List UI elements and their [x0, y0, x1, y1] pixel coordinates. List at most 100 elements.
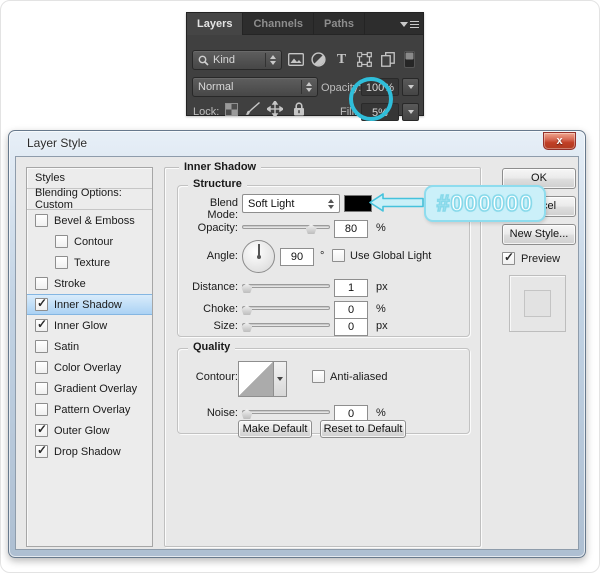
size-slider[interactable] [242, 320, 330, 334]
panel-menu-triangle-icon [400, 22, 408, 27]
preview-thumbnail-inner [524, 290, 551, 317]
satin-checkbox[interactable] [35, 340, 48, 353]
opacity-dropdown-button[interactable] [402, 78, 419, 96]
styles-item-stroke[interactable]: Stroke [27, 273, 152, 294]
search-icon [198, 55, 209, 66]
new-style-button[interactable]: New Style... [502, 224, 576, 245]
slider-track [242, 323, 330, 327]
lock-transparency-button[interactable] [223, 101, 239, 117]
filter-smart-object-button[interactable] [379, 51, 396, 68]
preview-checkbox[interactable] [502, 252, 515, 265]
style-item-label: Contour [74, 236, 113, 248]
distance-slider[interactable] [242, 281, 330, 295]
blend-mode-label: Blend Mode: [178, 197, 238, 221]
styles-list: Styles Blending Options: Custom Bevel & … [26, 167, 153, 547]
preview-label: Preview [521, 253, 560, 265]
tab-paths[interactable]: Paths [314, 13, 365, 35]
blend-mode-value: Soft Light [248, 198, 294, 210]
opacity-unit: % [376, 222, 386, 234]
gradient-overlay-checkbox[interactable] [35, 382, 48, 395]
opacity-label: Opacity: [178, 222, 238, 234]
filter-type-button[interactable]: T [333, 51, 350, 68]
style-item-label: Color Overlay [54, 362, 121, 374]
blend-mode-dropdown[interactable]: Soft Light [242, 194, 340, 213]
styles-item-inner-glow[interactable]: Inner Glow [27, 315, 152, 336]
drop-shadow-checkbox[interactable] [35, 445, 48, 458]
size-value-field[interactable]: 0 [334, 318, 368, 336]
inner-shadow-checkbox[interactable] [35, 298, 48, 311]
smart-object-icon [381, 52, 395, 67]
slider-track [242, 306, 330, 310]
angle-unit: ° [320, 250, 324, 262]
styles-item-satin[interactable]: Satin [27, 336, 152, 357]
preview-row: Preview [502, 252, 560, 265]
structure-legend: Structure [188, 178, 247, 190]
filter-adjustment-button[interactable] [310, 51, 327, 68]
styles-item-gradient-overlay[interactable]: Gradient Overlay [27, 378, 152, 399]
contour-checkbox[interactable] [55, 235, 68, 248]
bevel-emboss-checkbox[interactable] [35, 214, 48, 227]
styles-item-outer-glow[interactable]: Outer Glow [27, 420, 152, 441]
filter-toggle[interactable] [403, 51, 415, 68]
callout-arrow-icon [369, 193, 424, 212]
texture-checkbox[interactable] [55, 256, 68, 269]
slider-track [242, 284, 330, 288]
opacity-slider[interactable] [242, 222, 330, 236]
opacity-value-field[interactable]: 80 [334, 220, 368, 238]
styles-item-blending-options[interactable]: Blending Options: Custom [27, 189, 152, 210]
settings-heading: Inner Shadow [179, 161, 261, 173]
close-button[interactable]: x [543, 132, 576, 150]
styles-item-color-overlay[interactable]: Color Overlay [27, 357, 152, 378]
angle-value-field[interactable]: 90 [280, 248, 314, 266]
contour-label: Contour: [178, 371, 238, 383]
fill-dropdown-button[interactable] [402, 103, 419, 121]
choke-slider[interactable] [242, 303, 330, 317]
styles-header-label: Styles [35, 172, 65, 184]
use-global-light-checkbox[interactable] [332, 249, 345, 262]
filter-image-button[interactable] [287, 51, 304, 68]
styles-item-bevel-emboss[interactable]: Bevel & Emboss [27, 210, 152, 231]
panel-menu-button[interactable] [400, 19, 418, 30]
size-label: Size: [178, 320, 238, 332]
filter-shape-button[interactable] [356, 51, 373, 68]
chevron-down-icon [408, 85, 414, 89]
styles-item-drop-shadow[interactable]: Drop Shadow [27, 441, 152, 462]
tab-layers[interactable]: Layers [187, 13, 243, 35]
styles-list-header[interactable]: Styles [27, 168, 152, 189]
inner-glow-checkbox[interactable] [35, 319, 48, 332]
reset-to-default-button[interactable]: Reset to Default [320, 420, 406, 438]
styles-item-inner-shadow[interactable]: Inner Shadow [27, 294, 152, 315]
anti-aliased-checkbox[interactable] [312, 370, 325, 383]
style-item-label: Satin [54, 341, 79, 353]
kind-filter-dropdown[interactable]: Kind [192, 50, 282, 70]
shape-icon [357, 52, 372, 67]
shadow-color-swatch[interactable] [344, 195, 372, 212]
contour-swatch[interactable] [238, 361, 274, 397]
dialog-title: Layer Style [27, 136, 87, 150]
color-callout: #000000 [424, 185, 546, 222]
angle-dial[interactable] [242, 240, 275, 273]
style-item-label: Pattern Overlay [54, 404, 130, 416]
preview-thumbnail [509, 275, 566, 332]
lock-pixels-button[interactable] [245, 101, 261, 117]
lock-all-button[interactable] [291, 101, 307, 117]
contour-dropdown-button[interactable] [274, 361, 287, 397]
distance-value-field[interactable]: 1 [334, 279, 368, 297]
color-overlay-checkbox[interactable] [35, 361, 48, 374]
pattern-overlay-checkbox[interactable] [35, 403, 48, 416]
tab-channels[interactable]: Channels [243, 13, 314, 35]
outer-glow-checkbox[interactable] [35, 424, 48, 437]
filter-toggle-icon [404, 51, 415, 68]
style-item-label: Outer Glow [54, 425, 110, 437]
adjustment-icon [311, 52, 326, 67]
noise-slider[interactable] [242, 407, 330, 421]
styles-item-pattern-overlay[interactable]: Pattern Overlay [27, 399, 152, 420]
styles-item-contour[interactable]: Contour [27, 231, 152, 252]
stroke-checkbox[interactable] [35, 277, 48, 290]
lock-position-button[interactable] [267, 101, 283, 117]
make-default-button[interactable]: Make Default [238, 420, 312, 438]
checkerboard-icon [225, 103, 238, 116]
choke-label: Choke: [178, 303, 238, 315]
styles-item-texture[interactable]: Texture [27, 252, 152, 273]
layer-blend-mode-dropdown[interactable]: Normal [192, 77, 318, 97]
